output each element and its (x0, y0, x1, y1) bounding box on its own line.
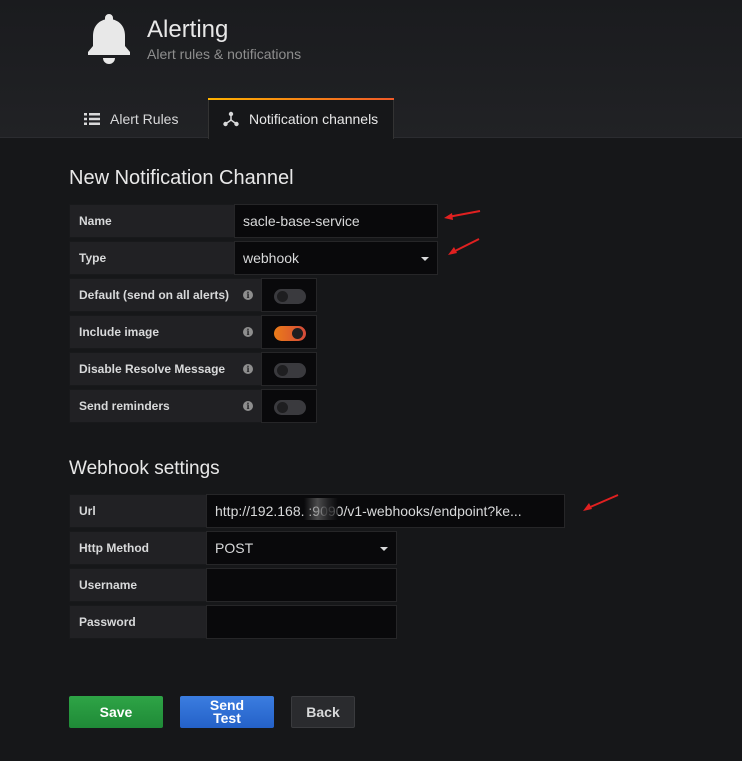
toggle-knob (292, 328, 303, 339)
section-heading-webhook: Webhook settings (69, 458, 220, 479)
annotation-arrow-icon (448, 238, 480, 255)
http-method-value: POST (215, 540, 254, 556)
tab-label: Alert Rules (110, 111, 179, 127)
toggle-knob (277, 291, 288, 302)
info-icon[interactable]: i (243, 327, 253, 337)
bell-icon (88, 14, 130, 64)
info-icon[interactable]: i (243, 290, 253, 300)
toggle-container (261, 278, 317, 312)
send-test-label: Send Test (209, 697, 245, 726)
include-image-toggle[interactable] (274, 326, 306, 341)
list-icon (84, 113, 100, 125)
info-icon[interactable]: i (243, 401, 253, 411)
annotation-arrow-icon (583, 494, 619, 511)
toggle-container (261, 315, 317, 349)
type-value: webhook (243, 250, 300, 266)
caret-down-icon (421, 257, 429, 261)
url-input[interactable]: http://192.168. :9090/v1-webhooks/endpoi… (206, 494, 565, 528)
http-method-label: Http Method (69, 531, 207, 565)
page-subtitle: Alert rules & notifications (147, 46, 302, 62)
http-method-select[interactable]: POST (206, 531, 397, 565)
type-select[interactable]: webhook (234, 241, 438, 275)
toggle-container (261, 352, 317, 386)
type-label: Type (69, 241, 235, 275)
back-button[interactable]: Back (291, 696, 355, 728)
toggle-label: Disable Resolve Message (69, 352, 262, 386)
tab-label: Notification channels (249, 110, 379, 127)
info-icon[interactable]: i (243, 364, 253, 374)
toggle-knob (277, 365, 288, 376)
save-button[interactable]: Save (69, 696, 163, 728)
disable-resolve-toggle[interactable] (274, 363, 306, 378)
username-label: Username (69, 568, 207, 602)
page-title: Alerting (147, 16, 229, 43)
password-input[interactable] (206, 605, 397, 639)
active-tab-indicator (208, 98, 394, 100)
name-label: Name (69, 204, 235, 238)
annotation-arrow-icon (444, 210, 481, 220)
username-input[interactable] (206, 568, 397, 602)
toggle-knob (277, 402, 288, 413)
share-nodes-icon (223, 111, 239, 126)
toggle-container (261, 389, 317, 423)
tab-alert-rules[interactable]: Alert Rules (84, 99, 192, 139)
redaction-blur (304, 498, 338, 520)
caret-down-icon (380, 547, 388, 551)
name-input[interactable]: sacle-base-service (234, 204, 438, 238)
toggle-label: Include image (69, 315, 262, 349)
send-reminders-toggle[interactable] (274, 400, 306, 415)
password-label: Password (69, 605, 207, 639)
url-label: Url (69, 494, 207, 528)
send-test-button[interactable]: Send Test (180, 696, 274, 728)
toggle-label: Send reminders (69, 389, 262, 423)
tab-notification-channels[interactable]: Notification channels (208, 98, 394, 139)
toggle-label: Default (send on all alerts) (69, 278, 262, 312)
section-heading-channel: New Notification Channel (69, 167, 294, 189)
default-toggle[interactable] (274, 289, 306, 304)
